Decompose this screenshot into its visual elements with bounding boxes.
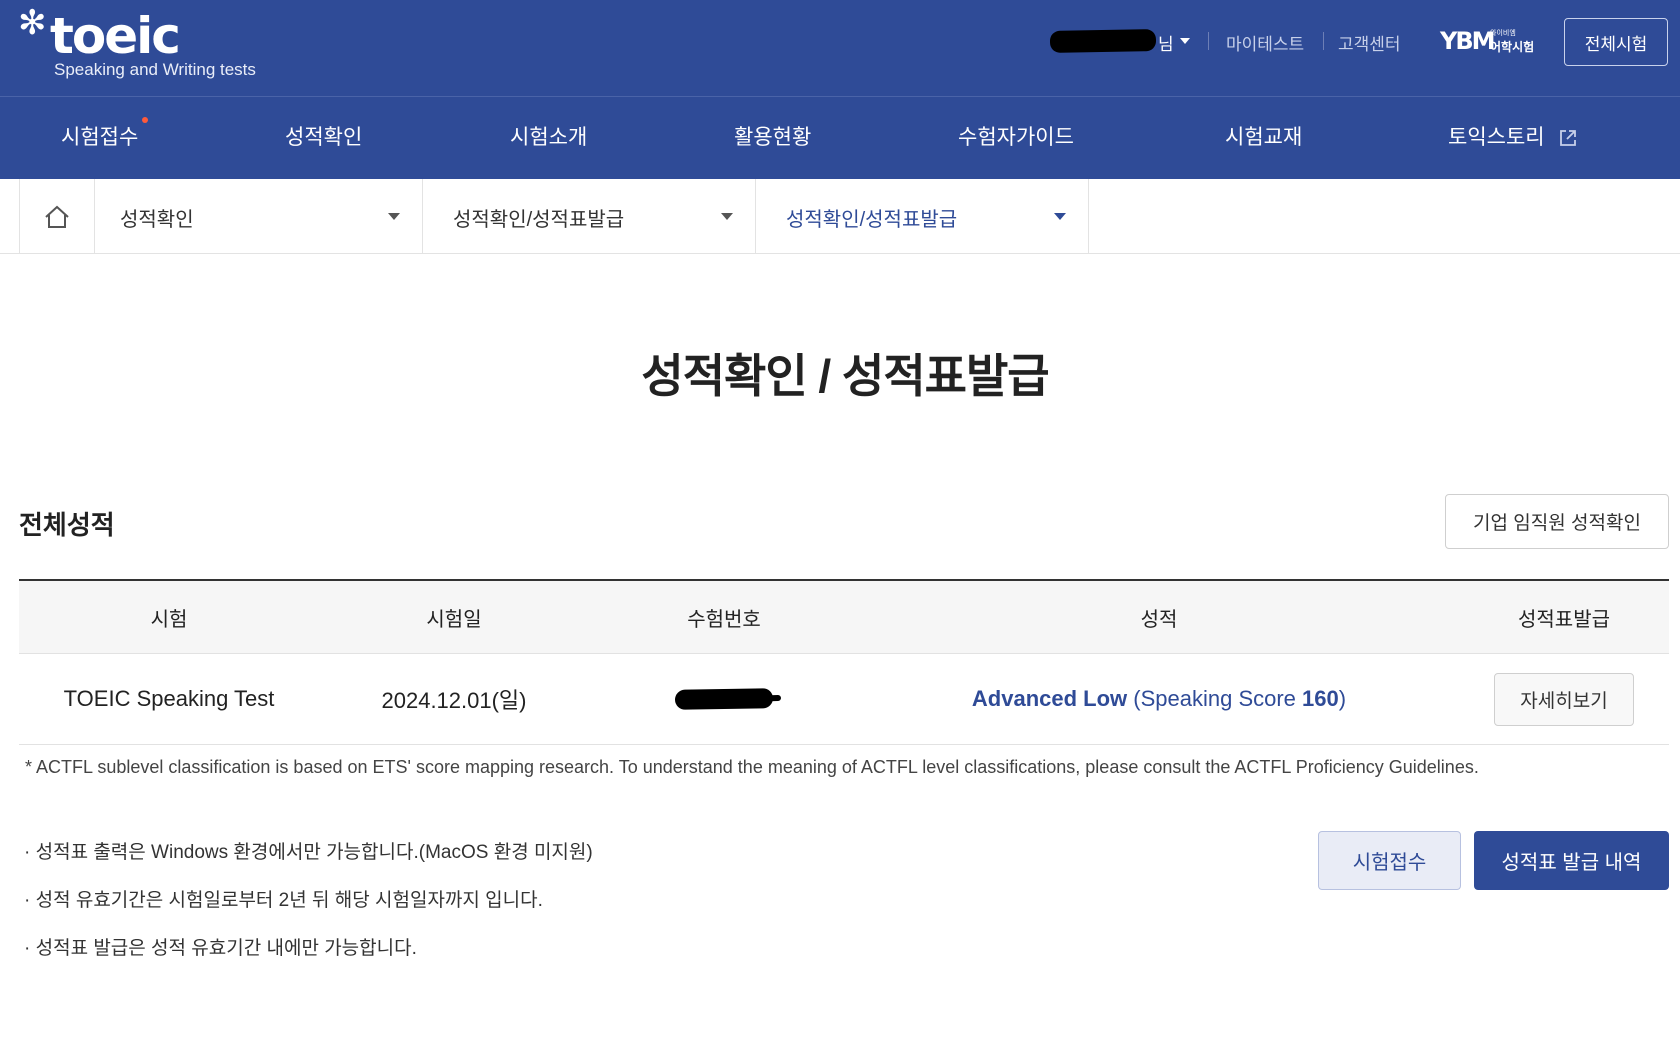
asterisk-logo-icon: ✻ [18,3,47,43]
table-row: TOEIC Speaking Test 2024.12.01(일) Advanc… [19,654,1669,745]
toeic-logo[interactable]: ✻ toeic Speaking and Writing tests [18,6,308,84]
exam-date: 2024.12.01(일) [381,688,527,713]
report-history-button[interactable]: 성적표 발급 내역 [1474,831,1669,890]
nav-item-books[interactable]: 시험교재 [1225,121,1302,151]
report-cell: 자세히보기 [1459,654,1669,744]
notice-item: · 성적표 출력은 Windows 환경에서만 가능합니다.(MacOS 환경 … [24,842,593,863]
chevron-down-icon [721,213,733,220]
user-menu-caret-icon[interactable] [1180,38,1190,44]
score-link[interactable]: Advanced Low (Speaking Score 160) [972,686,1346,712]
score-detail-suffix: ) [1338,686,1347,711]
notice-item: · 성적 유효기간은 시험일로부터 2년 뒤 해당 시험일자까지 입니다. [24,890,543,911]
site-header: ✻ toeic Speaking and Writing tests 님 마이테… [0,0,1680,179]
table-header-row: 시험 시험일 수험번호 성적 성적표발급 [19,581,1669,654]
header-score: 성적 [1140,608,1178,631]
logo-wordmark: toeic [50,7,181,65]
nav-item-label: 시험접수 [61,126,139,149]
header-report-issue: 성적표발급 [1518,608,1610,631]
chevron-down-icon [388,213,400,220]
all-exams-button[interactable]: 전체시험 [1564,18,1668,66]
score-detail-prefix: (Speaking Score [1127,686,1303,711]
breadcrumb: 성적확인 성적확인/성적표발급 성적확인/성적표발급 [0,179,1680,254]
nav-item-toeic-story[interactable]: 토익스토리 [1448,121,1578,151]
external-link-icon [1560,130,1577,147]
nav-item-intro[interactable]: 시험소개 [510,121,587,151]
user-name-suffix[interactable]: 님 [1158,30,1174,55]
notification-dot-icon [142,117,149,123]
breadcrumb-level1-select[interactable]: 성적확인 [90,179,423,254]
actfl-footnote: * ACTFL sublevel classification is based… [25,757,1479,777]
exam-name: TOEIC Speaking Test [63,686,275,711]
page-title: 성적확인 / 성적표발급 [641,350,1049,402]
home-icon [45,205,69,228]
breadcrumb-home[interactable] [19,179,95,254]
ybm-logo[interactable]: YBM 와이비엠 어학시험 [1440,27,1540,55]
breadcrumb-level3-select[interactable]: 성적확인/성적표발급 [756,179,1089,254]
main-nav: 시험접수 성적확인 시험소개 활용현황 수험자가이드 시험교재 토익스토리 [0,97,1680,179]
section-title: 전체성적 [19,510,115,540]
view-details-button[interactable]: 자세히보기 [1494,672,1634,726]
chevron-down-icon [1054,213,1066,220]
customer-center-link[interactable]: 고객센터 [1338,30,1401,55]
nav-item-usage[interactable]: 활용현황 [734,121,811,151]
breadcrumb-level3-label: 성적확인/성적표발급 [786,209,958,231]
breadcrumb-level2-label: 성적확인/성적표발급 [453,209,625,231]
registration-number [589,654,859,744]
ybm-line2: 어학시험 [1490,40,1535,54]
score-cell: Advanced Low (Speaking Score 160) [859,654,1459,744]
logo-tagline: Speaking and Writing tests [54,60,256,79]
utility-bar: 님 마이테스트 고객센터 YBM 와이비엠 어학시험 전체시험 [980,0,1680,84]
nav-item-guide[interactable]: 수험자가이드 [958,121,1074,151]
registration-number-redacted [674,688,774,710]
ybm-mark: YBM [1440,27,1496,55]
my-test-link[interactable]: 마이테스트 [1226,30,1304,55]
util-separator [1208,32,1209,50]
apply-exam-button[interactable]: 시험접수 [1318,831,1461,890]
score-level: Advanced Low [971,686,1128,711]
breadcrumb-level1-label: 성적확인 [120,209,194,231]
header-exam-date: 시험일 [426,608,482,631]
user-name-redacted [1049,29,1157,53]
breadcrumb-level2-select[interactable]: 성적확인/성적표발급 [423,179,756,254]
header-exam: 시험 [150,608,188,631]
ybm-line1: 와이비엠 [1490,29,1516,37]
util-separator [1323,32,1324,50]
score-value: 160 [1302,686,1339,711]
nav-item-scores[interactable]: 성적확인 [285,121,362,151]
corporate-score-check-button[interactable]: 기업 임직원 성적확인 [1445,494,1669,549]
nav-item-apply[interactable]: 시험접수 [61,117,149,151]
score-table: 시험 시험일 수험번호 성적 성적표발급 TOEIC Speaking Test… [19,579,1669,745]
header-registration-number: 수험번호 [687,608,761,631]
notice-item: · 성적표 발급은 성적 유효기간 내에만 가능합니다. [24,938,417,959]
nav-item-label: 토익스토리 [1448,126,1545,149]
